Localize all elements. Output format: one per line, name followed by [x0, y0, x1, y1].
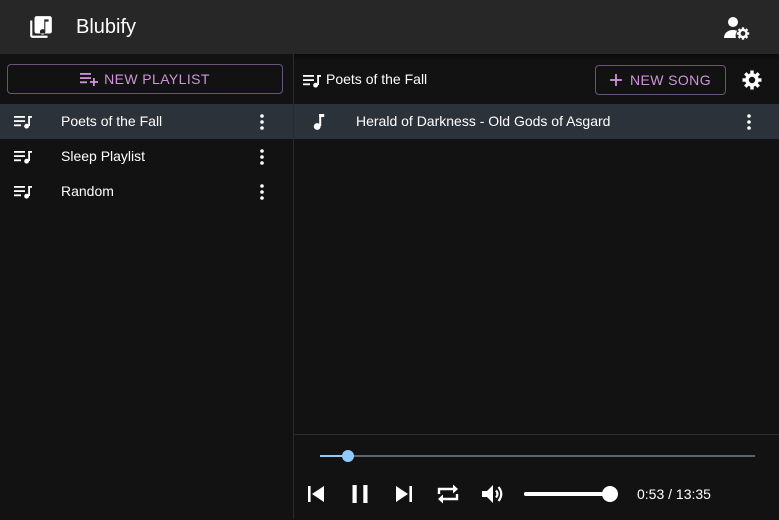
new-playlist-label: NEW PLAYLIST — [104, 71, 210, 87]
skip-next-icon[interactable] — [391, 481, 417, 507]
sidebar-item-random[interactable]: Random — [0, 174, 293, 209]
song-list: Herald of Darkness - Old Gods of Asgard — [294, 104, 779, 139]
playlist-music-icon — [14, 185, 32, 199]
playlist-music-icon — [14, 150, 32, 164]
playlist-sidebar: NEW PLAYLIST Poets of the Fall Sleep Pla… — [0, 54, 294, 519]
sidebar-item-poets-of-the-fall[interactable]: Poets of the Fall — [0, 104, 293, 139]
music-note-icon — [312, 113, 326, 131]
sidebar-item-label: Random — [61, 183, 114, 199]
app-bar: Blubify — [0, 0, 779, 54]
more-vert-icon[interactable] — [255, 183, 269, 201]
volume-up-icon[interactable] — [479, 481, 505, 507]
sidebar-item-label: Poets of the Fall — [61, 113, 163, 129]
more-vert-icon[interactable] — [742, 113, 756, 131]
playlist-title: Poets of the Fall — [326, 71, 428, 87]
plus-icon — [610, 74, 622, 86]
new-playlist-button[interactable]: NEW PLAYLIST — [7, 64, 283, 94]
sidebar-item-sleep-playlist[interactable]: Sleep Playlist — [0, 139, 293, 174]
new-song-label: NEW SONG — [630, 72, 711, 88]
more-vert-icon[interactable] — [255, 148, 269, 166]
repeat-icon[interactable] — [435, 481, 461, 507]
account-settings-icon[interactable] — [722, 14, 752, 42]
player-bar: 0:53 / 13:35 — [294, 434, 779, 520]
music-library-icon — [28, 14, 54, 40]
song-title: Herald of Darkness - Old Gods of Asgard — [356, 113, 611, 129]
new-song-button[interactable]: NEW SONG — [595, 65, 726, 95]
more-vert-icon[interactable] — [255, 113, 269, 131]
time-display: 0:53 / 13:35 — [637, 486, 711, 502]
skip-previous-icon[interactable] — [303, 481, 329, 507]
playlist-header: Poets of the Fall NEW SONG — [294, 54, 779, 104]
seek-slider[interactable] — [320, 450, 755, 462]
pause-icon[interactable] — [347, 481, 373, 507]
app-title: Blubify — [76, 16, 137, 38]
playlist-add-icon — [80, 72, 99, 86]
gear-icon[interactable] — [742, 70, 762, 90]
sidebar-item-label: Sleep Playlist — [61, 148, 146, 164]
volume-level — [524, 492, 611, 496]
volume-slider[interactable] — [524, 486, 619, 502]
volume-thumb[interactable] — [602, 486, 619, 502]
playlist-list: Poets of the Fall Sleep Playlist Random — [0, 104, 293, 209]
playlist-music-icon — [14, 115, 32, 129]
song-row[interactable]: Herald of Darkness - Old Gods of Asgard — [294, 104, 779, 139]
playlist-music-icon — [303, 74, 321, 88]
seek-thumb[interactable] — [342, 450, 355, 462]
